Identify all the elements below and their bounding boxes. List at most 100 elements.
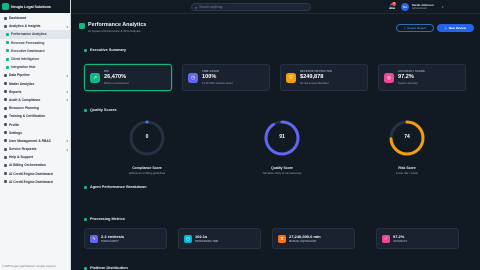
- section-marker-icon: [84, 48, 87, 52]
- page-title: Performance Analytics: [88, 22, 147, 28]
- metric-value: 27,240,000.0 min: [289, 234, 321, 239]
- sidebar-item[interactable]: Analytics & Insights ▾: [0, 22, 70, 30]
- page-subtitle: AI System Performance & ROI Analysis: [88, 29, 141, 33]
- nav-item-icon: [6, 57, 9, 61]
- sidebar-item-label: User Management & RBAC: [9, 138, 52, 143]
- nav-item-icon: [6, 49, 9, 53]
- download-icon: ⤓: [404, 26, 406, 30]
- nav-item-icon: [6, 65, 9, 69]
- metric-label: PROCESSING TIME: [195, 240, 219, 243]
- sidebar-item-label: Integration Hub: [11, 65, 36, 70]
- sidebar-item-label: Help & Support: [9, 155, 33, 160]
- nav-item-icon: [4, 180, 7, 184]
- sidebar-item-label: Reports: [9, 89, 22, 94]
- sidebar-item-label: Audit & Compliance: [9, 97, 41, 102]
- main-content: Performance Analytics AI System Performa…: [71, 14, 480, 270]
- score-gauge: 91: [262, 118, 302, 158]
- sidebar: Neuglo Legal Solutions Dashboard Analytic…: [0, 0, 71, 270]
- kpi-label: TIME SAVED: [202, 70, 220, 73]
- sidebar-nav: Dashboard Analytics & Insights ▾ Performanc…: [0, 14, 70, 186]
- sidebar-item-label: Performance Analytics: [11, 32, 47, 37]
- nav-item-icon: [4, 123, 7, 127]
- nav-item-icon: [4, 139, 7, 143]
- brand[interactable]: Neuglo Legal Solutions: [0, 0, 70, 13]
- sidebar-item[interactable]: Dashboard: [0, 14, 70, 22]
- chevron-down-icon: ▾: [66, 147, 68, 152]
- sidebar-item[interactable]: Reports ▾: [0, 88, 70, 96]
- sidebar-item[interactable]: Data Pipeline ▾: [0, 71, 70, 79]
- bolt-icon: ϟ: [90, 235, 98, 243]
- gauge-title: Risk Score: [398, 166, 416, 170]
- sidebar-item[interactable]: AI Billing Orchestration: [0, 161, 70, 169]
- metric-value: 2.2 entries/s: [101, 234, 125, 239]
- sidebar-item[interactable]: AI Credit Engine Dashboard: [0, 170, 70, 178]
- sidebar-item[interactable]: Revenue Forecasting: [0, 39, 70, 47]
- kpi-description: System accuracy: [398, 82, 418, 85]
- new-review-button[interactable]: + New Review: [437, 24, 474, 32]
- section-agent-breakdown[interactable]: Agent Performance Breakdown: [84, 185, 147, 189]
- sidebar-item[interactable]: Profile: [0, 120, 70, 128]
- timer-icon: ◷: [184, 235, 192, 243]
- section-marker-icon: [84, 108, 87, 112]
- kpi-description: No risk amount identified: [300, 82, 329, 85]
- sidebar-item[interactable]: Client Intelligence: [0, 55, 70, 63]
- app-root: Neuglo Legal Solutions Dashboard Analytic…: [0, 0, 480, 270]
- brand-logo-icon: [2, 3, 9, 10]
- nav-item-icon: [4, 172, 7, 176]
- section-executive-summary: Executive Summary: [84, 48, 126, 52]
- new-review-label: New Review: [448, 26, 467, 30]
- kpi-value: 100%: [202, 74, 217, 80]
- sidebar-item[interactable]: Executive Dashboard: [0, 47, 70, 55]
- plus-icon: +: [444, 26, 447, 30]
- sidebar-item[interactable]: Matter Analytics: [0, 80, 70, 88]
- kpi-card[interactable]: ◷ TIME SAVED 100% 27,157,861 minutes saved: [182, 64, 270, 91]
- sidebar-item[interactable]: Settings: [0, 129, 70, 137]
- chevron-down-icon: ▾: [66, 98, 68, 103]
- sidebar-item-label: Settings: [9, 130, 23, 135]
- kpi-card[interactable]: ⛨ REVENUE PROTECTED $249,878 No risk amount…: [280, 64, 368, 91]
- kpi-card[interactable]: ↗ ROI 26,470% Return on Investment: [84, 64, 172, 91]
- target-icon: ◎: [384, 73, 394, 83]
- sidebar-item[interactable]: User Management & RBAC ▾: [0, 137, 70, 145]
- nav-item-icon: [4, 82, 7, 86]
- nav-item-icon: [4, 16, 7, 20]
- gauge-description: Lower risk = better: [395, 172, 419, 175]
- sidebar-item[interactable]: Help & Support: [0, 153, 70, 161]
- kpi-description: 27,157,861 minutes saved: [202, 82, 233, 85]
- section-processing-metrics: Processing Metrics: [84, 217, 125, 221]
- sidebar-item-label: AI Credit Engine Dashboard: [9, 171, 53, 176]
- sidebar-item-label: Executive Dashboard: [11, 48, 45, 53]
- check-icon: ✓: [382, 235, 390, 243]
- nav-item-icon: [4, 106, 7, 110]
- sidebar-item[interactable]: Performance Analytics: [0, 30, 70, 39]
- metric-value: 102.1s: [195, 234, 208, 239]
- search-input[interactable]: [199, 5, 300, 9]
- section-title: Platform Distribution: [90, 266, 128, 270]
- gauge-value: 74: [404, 134, 410, 140]
- sidebar-item[interactable]: AI Credit Engine Dashboard: [0, 178, 70, 186]
- kpi-value: 97.2%: [398, 74, 414, 80]
- sidebar-item[interactable]: Audit & Compliance ▾: [0, 96, 70, 104]
- sidebar-item-label: Matter Analytics: [9, 81, 35, 86]
- search-box[interactable]: ⌕: [191, 3, 311, 11]
- kpi-card[interactable]: ◎ ACCURACY SCORE 97.2% System accuracy: [378, 64, 466, 91]
- export-report-button[interactable]: ⤓ Export Report: [396, 24, 434, 32]
- export-report-label: Export Report: [407, 26, 426, 30]
- shield-icon: ⛨: [286, 73, 296, 83]
- sidebar-item-label: Resource Planning: [9, 106, 39, 111]
- score-gauge: 74: [387, 118, 427, 158]
- chevron-down-icon[interactable]: ▾: [442, 5, 444, 9]
- sidebar-item[interactable]: Training & Certification: [0, 112, 70, 120]
- sidebar-item[interactable]: Resource Planning: [0, 104, 70, 112]
- metric-card: ◷ 102.1s PROCESSING TIME: [178, 228, 261, 249]
- sidebar-item[interactable]: Service Requests ▾: [0, 145, 70, 153]
- nav-item-icon: [4, 90, 7, 94]
- metric-label: MANUAL EQUIVALENT: [289, 240, 317, 243]
- sidebar-footer: © 2025 Neuglo Legal Solutions. All right…: [2, 265, 56, 268]
- nav-item-icon: [4, 155, 7, 159]
- chevron-down-icon: ▾: [66, 73, 68, 78]
- sidebar-item[interactable]: Integration Hub: [0, 63, 70, 71]
- section-marker-icon: [84, 185, 87, 189]
- section-title: Executive Summary: [90, 48, 127, 52]
- avatar[interactable]: SJ: [401, 3, 409, 11]
